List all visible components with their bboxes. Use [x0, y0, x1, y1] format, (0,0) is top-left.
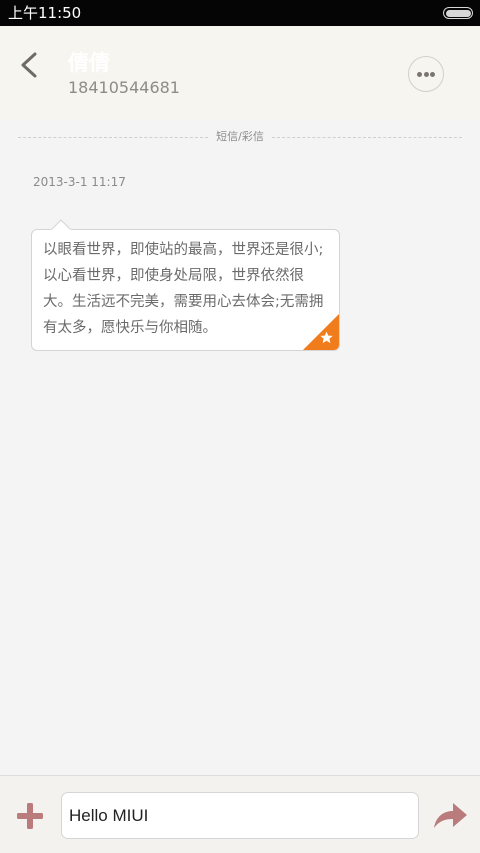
contact-phone-number: 18410544681	[68, 78, 180, 97]
more-options-button[interactable]	[408, 56, 444, 92]
send-button[interactable]	[432, 800, 468, 830]
status-time: 上午11:50	[8, 4, 82, 22]
contact-name: 倩倩	[68, 51, 110, 75]
message-type-divider: 短信/彩信	[18, 128, 462, 148]
message-input[interactable]	[61, 792, 419, 839]
conversation-header: 倩倩 18410544681	[0, 26, 480, 120]
battery-fill	[445, 9, 471, 17]
divider-line-right	[272, 137, 462, 138]
more-dot	[430, 72, 435, 77]
more-dots-icon	[417, 72, 422, 77]
plus-icon	[17, 803, 43, 829]
status-bar: 上午11:50	[0, 0, 480, 26]
back-button[interactable]	[10, 46, 50, 86]
send-arrow-icon	[434, 803, 467, 828]
conversation-screen: 上午11:50 倩倩 18410544681 短信/彩信 2013-3-1 11…	[0, 0, 480, 853]
compose-bar	[0, 775, 480, 853]
message-timestamp: 2013-3-1 11:17	[33, 175, 126, 189]
add-attachment-button[interactable]	[14, 800, 46, 832]
favorite-star-icon	[303, 314, 339, 350]
chevron-left-icon	[21, 52, 37, 78]
battery-icon	[443, 7, 473, 19]
message-text: 以眼看世界，即使站的最高，世界还是很小;以心看世界，即使身处局限，世界依然很大。…	[43, 242, 324, 336]
message-bubble[interactable]: 以眼看世界，即使站的最高，世界还是很小;以心看世界，即使身处局限，世界依然很大。…	[31, 229, 340, 351]
more-dot	[423, 72, 429, 77]
